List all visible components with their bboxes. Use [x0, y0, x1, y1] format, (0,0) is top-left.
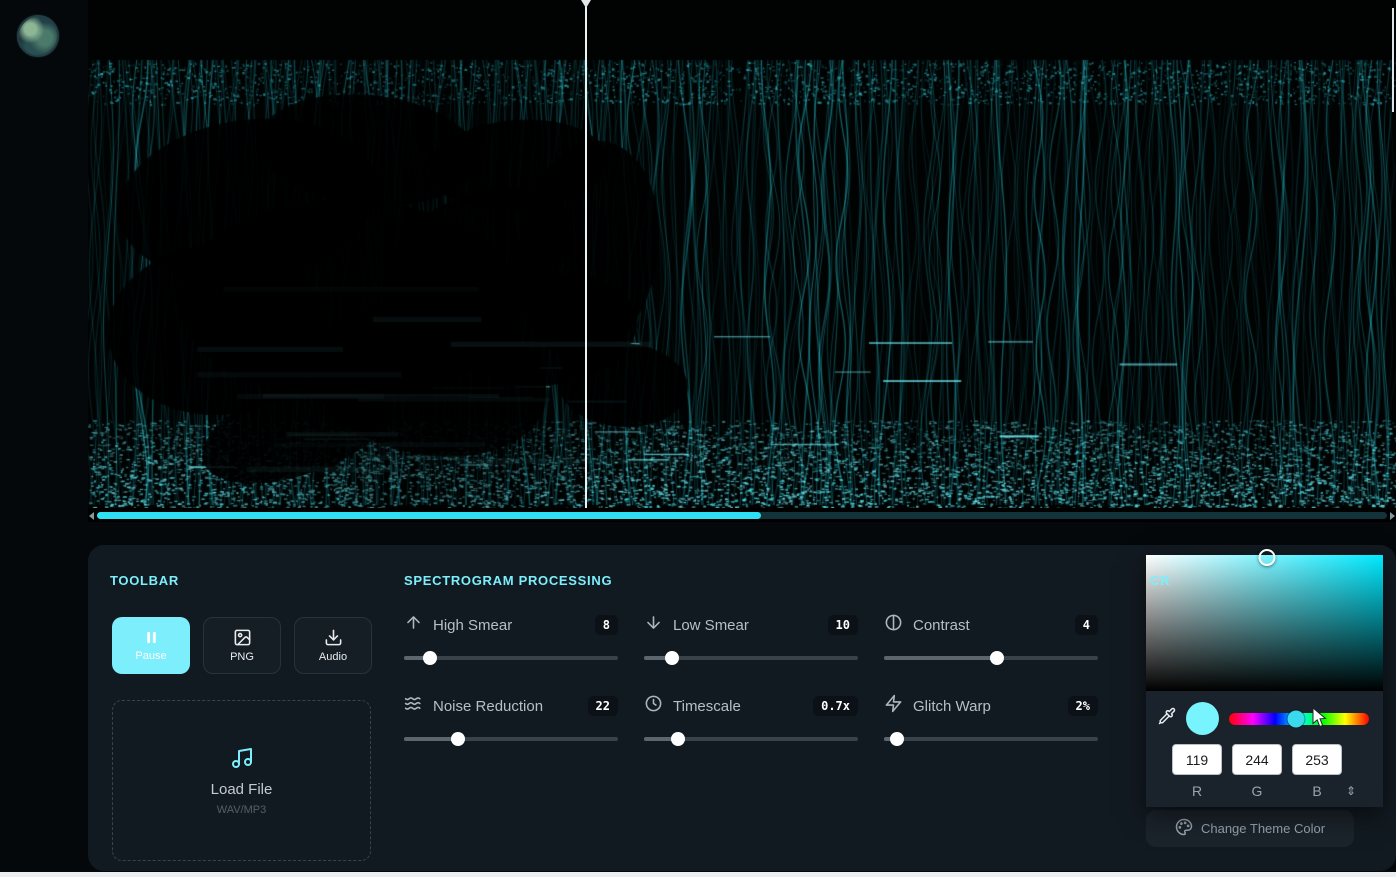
clock-icon [644, 694, 663, 718]
rgb-labels: R G B ⇕ [1146, 783, 1383, 799]
music-note-icon [230, 746, 254, 775]
slider-timescale: Timescale 0.7x [644, 693, 858, 741]
playhead[interactable] [585, 0, 587, 508]
r-label: R [1172, 783, 1222, 799]
processing-heading: SPECTROGRAM PROCESSING [404, 573, 612, 588]
download-icon [324, 628, 343, 647]
rgb-inputs [1146, 744, 1383, 775]
load-file-label: Load File [211, 781, 273, 798]
color-swatch [1186, 702, 1219, 735]
slider-label: Glitch Warp [913, 698, 991, 715]
slider-glitch-warp: Glitch Warp 2% [884, 693, 1098, 741]
slider-thumb[interactable] [423, 651, 437, 665]
slider-value-badge: 10 [828, 615, 858, 635]
slider-value-badge: 4 [1075, 615, 1098, 635]
waves-icon [404, 694, 423, 718]
rgb-mode-toggle-icon[interactable]: ⇕ [1346, 784, 1356, 798]
pause-button[interactable]: Pause [112, 617, 190, 674]
processing-sliders: High Smear 8 Low Smear 10 Contrast 4 Noi… [404, 612, 1098, 741]
slider-label: High Smear [433, 617, 512, 634]
audio-export-button[interactable]: Audio [294, 617, 372, 674]
arrow-down-icon [644, 613, 663, 637]
arrow-up-icon [404, 613, 423, 637]
slider-thumb[interactable] [671, 732, 685, 746]
hue-row [1146, 702, 1383, 735]
saturation-cursor[interactable] [1258, 549, 1275, 566]
toolbar-buttons: Pause PNG Audio [112, 617, 372, 674]
hue-thumb[interactable] [1288, 710, 1305, 727]
scrollbar-thumb[interactable] [97, 512, 761, 519]
b-label: B [1292, 783, 1342, 799]
toolbar-heading: TOOLBAR [110, 573, 179, 588]
png-export-button[interactable]: PNG [203, 617, 281, 674]
pause-button-label: Pause [135, 650, 166, 662]
slider-value-badge: 22 [588, 696, 618, 716]
scroll-right-icon[interactable] [1390, 512, 1395, 520]
change-theme-color-label: Change Theme Color [1201, 821, 1325, 836]
noise-reduction-slider[interactable] [404, 737, 618, 741]
saturation-area[interactable] [1146, 555, 1383, 691]
slider-contrast: Contrast 4 [884, 612, 1098, 660]
app-logo[interactable] [17, 15, 59, 57]
eyedropper-icon[interactable] [1158, 707, 1176, 730]
slider-thumb[interactable] [451, 732, 465, 746]
spectrogram-scrollbar[interactable] [88, 511, 1396, 520]
slider-thumb[interactable] [990, 651, 1004, 665]
g-input[interactable] [1232, 744, 1282, 775]
audio-button-label: Audio [319, 651, 347, 663]
slider-thumb[interactable] [890, 732, 904, 746]
window-edge-line [1392, 8, 1394, 112]
low-smear-slider[interactable] [644, 656, 858, 660]
load-file-dropzone[interactable]: Load File WAV/MP3 [112, 700, 371, 861]
load-file-formats: WAV/MP3 [217, 804, 267, 816]
right-section-heading: CR [1150, 573, 1170, 588]
hue-slider[interactable] [1229, 713, 1369, 725]
timescale-slider[interactable] [644, 737, 858, 741]
contrast-icon [884, 613, 903, 637]
scroll-left-icon[interactable] [89, 512, 94, 520]
playhead-handle[interactable] [581, 0, 591, 8]
slider-label: Contrast [913, 617, 970, 634]
pause-icon [143, 629, 160, 646]
slider-noise-reduction: Noise Reduction 22 [404, 693, 618, 741]
slider-low-smear: Low Smear 10 [644, 612, 858, 660]
contrast-slider[interactable] [884, 656, 1098, 660]
palette-icon [1175, 818, 1193, 839]
slider-label: Noise Reduction [433, 698, 543, 715]
spectrogram-area [88, 0, 1396, 522]
slider-high-smear: High Smear 8 [404, 612, 618, 660]
slider-fill [884, 656, 997, 660]
scrollbar-track[interactable] [97, 512, 1387, 519]
spectrogram-canvas[interactable] [88, 0, 1396, 508]
slider-value-badge: 0.7x [813, 696, 858, 716]
slider-thumb[interactable] [665, 651, 679, 665]
b-input[interactable] [1292, 744, 1342, 775]
high-smear-slider[interactable] [404, 656, 618, 660]
change-theme-color-button[interactable]: Change Theme Color [1146, 810, 1354, 847]
r-input[interactable] [1172, 744, 1222, 775]
bolt-icon [884, 694, 903, 718]
slider-fill [404, 737, 458, 741]
glitch-warp-slider[interactable] [884, 737, 1098, 741]
image-icon [233, 628, 252, 647]
color-picker-popup: R G B ⇕ [1146, 555, 1383, 807]
slider-value-badge: 2% [1068, 696, 1098, 716]
png-button-label: PNG [230, 651, 254, 663]
slider-label: Timescale [673, 698, 741, 715]
slider-value-badge: 8 [595, 615, 618, 635]
slider-label: Low Smear [673, 617, 749, 634]
g-label: G [1232, 783, 1282, 799]
bottom-scrollbar[interactable] [0, 872, 1396, 877]
